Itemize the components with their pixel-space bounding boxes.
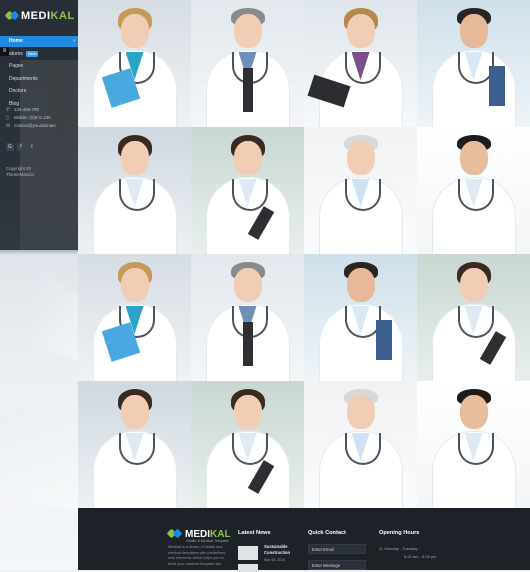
gallery-tile[interactable] [191,254,304,381]
gallery-tile[interactable] [191,381,304,508]
logo-mark-icon [4,10,20,22]
social-links: G f t [6,143,36,151]
menu-item-doctors[interactable]: Doctors [0,86,78,97]
new-badge: New [25,50,38,57]
decorative-shape [0,390,78,510]
chevron-right-icon: › [73,38,75,44]
gallery-tile[interactable] [78,254,191,381]
sidebar-contact: ✆ 123-456-789 ▯ Mobile: (0)6 to 230 ✉ conta… [6,106,76,130]
menu-item-departments[interactable]: Departments [0,74,78,85]
opening-hours-row: ◷ Monday - Tuesday : [379,546,420,551]
menu-item-pages[interactable]: Pages [0,61,78,72]
clock-icon: ◷ [379,546,383,551]
footer-tagline: Health & Medical Template [186,539,229,543]
gallery-tile[interactable] [78,0,191,127]
news-title[interactable]: Sustainable Construction [264,544,302,556]
mail-icon: ✉ [6,123,11,129]
main-menu: Home › atures New Pages Departments Doctor… [0,36,78,111]
gallery-tile[interactable] [417,381,530,508]
opening-hours-time: 8.00 am - 9.00 pm [404,554,437,559]
news-thumbnail[interactable] [238,546,258,560]
gallery-tile[interactable] [304,381,417,508]
facebook-icon[interactable]: f [17,143,25,151]
footer: MEDIKAL Health & Medical Template Medika… [78,508,530,572]
gallery-tile[interactable] [191,127,304,254]
contact-email[interactable]: ✉ contact@yourdomain [6,122,76,130]
twitter-icon[interactable]: t [28,143,36,151]
footer-about-text: Medikal is a library of health and medic… [168,545,226,566]
contact-mobile: ▯ Mobile: (0)6 to 230 [6,115,51,121]
sidebar: MEDIKAL Home › atures New Pages Department… [0,0,78,250]
footer-logo-text: MEDIKAL [185,528,231,540]
latest-news-heading: Latest News [238,530,271,536]
mobile-icon: ▯ [6,115,9,121]
gallery-tile[interactable] [417,254,530,381]
gallery-tile[interactable] [417,127,530,254]
decorative-shape [20,270,78,360]
logo-text: MEDIKAL [21,10,75,22]
menu-item-features[interactable]: atures New [0,49,78,60]
gallery-tile[interactable] [78,381,191,508]
googleplus-icon[interactable]: G [6,143,14,151]
menu-item-home[interactable]: Home › [0,36,78,47]
opening-hours-heading: Opening Hours [379,530,420,536]
gallery-tile[interactable] [191,0,304,127]
news-thumbnail[interactable] [238,564,258,572]
phone-icon: ✆ [6,107,11,113]
contact-phone: ✆ 123-456-789 [6,107,39,113]
gallery-tile[interactable] [304,0,417,127]
email-field[interactable]: Enter Email [308,544,366,554]
gallery-tile[interactable] [304,254,417,381]
news-date: Mar 08, 2015 [264,558,286,562]
gallery-tile[interactable] [78,127,191,254]
gallery-tile[interactable] [304,127,417,254]
quick-contact-heading: Quick Contact [308,530,346,536]
message-field[interactable]: Enter Message [308,560,366,570]
gallery-tile[interactable] [417,0,530,127]
logo[interactable]: MEDIKAL [4,10,75,22]
hamburger-icon[interactable]: ≡ [0,47,9,56]
copyright: Copyright 20 ThemeMascot [6,166,34,177]
doctor-gallery [78,0,530,508]
logo-mark-icon [166,528,183,540]
